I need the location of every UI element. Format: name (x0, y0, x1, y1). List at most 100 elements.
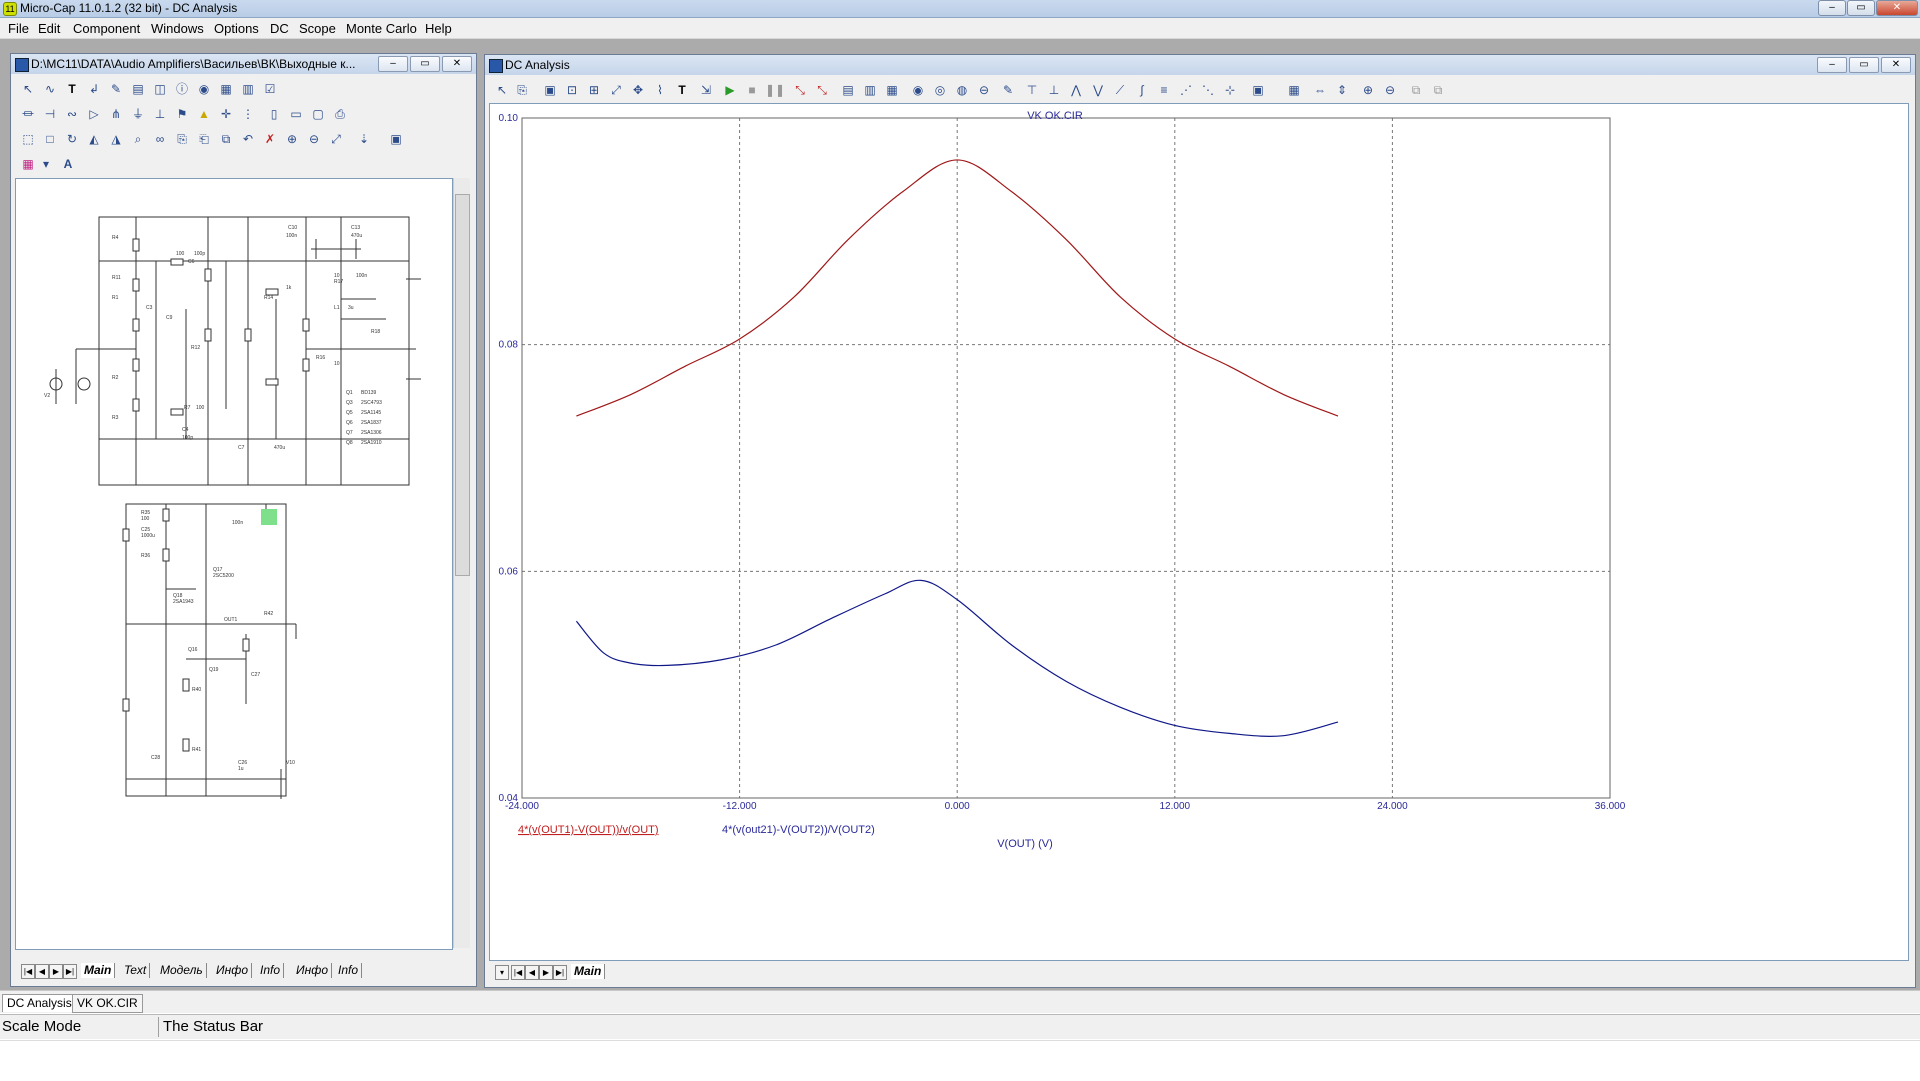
mirror-icon[interactable]: ◮ (107, 130, 125, 148)
warning-icon[interactable]: ▲ (195, 105, 213, 123)
label-icon[interactable]: ⊹ (1221, 81, 1239, 99)
schematic-close-button[interactable]: ✕ (442, 56, 472, 72)
undo-icon[interactable]: ↶ (239, 130, 257, 148)
pause-icon[interactable]: ❚❚ (765, 81, 785, 99)
high-icon[interactable]: ⋀ (1067, 81, 1085, 99)
wire-draw-icon[interactable]: ↲ (85, 80, 103, 98)
pan-icon[interactable]: ✥ (629, 81, 647, 99)
flip-icon[interactable]: ◭ (85, 130, 103, 148)
legend-series-2[interactable]: 4*(v(out21)-V(OUT2))/V(OUT2) (722, 824, 875, 836)
page-setup-icon[interactable]: ▤ (839, 81, 857, 99)
level-icon[interactable]: ≡ (1155, 81, 1173, 99)
last-page-icon[interactable]: ▶| (553, 965, 567, 980)
menu-component[interactable]: Component (73, 21, 140, 36)
zoom-out-icon[interactable]: ⊖ (1381, 81, 1399, 99)
picture-icon[interactable]: ▤ (129, 80, 147, 98)
text-tool-icon[interactable]: T (673, 81, 691, 99)
menu-scope[interactable]: Scope (299, 21, 336, 36)
table-icon[interactable]: ▦ (883, 81, 901, 99)
menu-file[interactable]: File (8, 21, 29, 36)
schematic-vscroll-thumb[interactable] (455, 194, 470, 576)
print-icon[interactable]: ⎙ (331, 105, 349, 123)
window-icon[interactable]: ▣ (387, 130, 405, 148)
plot-close-button[interactable]: ✕ (1881, 57, 1911, 73)
fit-x-icon[interactable]: ⇔ (1311, 81, 1329, 99)
export-icon[interactable]: ⇲ (697, 81, 715, 99)
fit-y-icon[interactable]: ⇕ (1333, 81, 1351, 99)
grid-toggle-icon[interactable]: ▦ (1285, 81, 1303, 99)
flag-icon[interactable]: ⚑ (173, 105, 191, 123)
point-icon[interactable]: ⋰ (1177, 81, 1195, 99)
plot-minimize-button[interactable]: – (1817, 57, 1847, 73)
cursor-icon[interactable]: ◉ (909, 81, 927, 99)
tab-model[interactable]: Модель (157, 963, 207, 978)
tab-info-2[interactable]: Info (335, 963, 363, 978)
copy-icon[interactable]: ⎘ (173, 130, 191, 148)
rotate-icon[interactable]: ↻ (63, 130, 81, 148)
first-page-icon[interactable]: |◀ (511, 965, 525, 980)
menu-monte-carlo[interactable]: Monte Carlo (346, 21, 417, 36)
tab-info-ru-2[interactable]: Инфо (293, 963, 333, 978)
capacitor-icon[interactable]: ⊣ (41, 105, 59, 123)
paste-disabled-icon[interactable]: ⧉ (1429, 81, 1447, 99)
edit-icon[interactable]: ✎ (999, 81, 1017, 99)
copy-graph-icon[interactable]: ⎘ (513, 81, 531, 99)
schematic-maximize-button[interactable]: ▭ (410, 56, 440, 72)
plot-maximize-button[interactable]: ▭ (1849, 57, 1879, 73)
copy-page-icon[interactable]: ▢ (309, 105, 327, 123)
next-page-icon[interactable]: ▶ (539, 965, 553, 980)
tab-info-1[interactable]: Info (257, 963, 285, 978)
paste-icon[interactable]: ⎗ (195, 130, 213, 148)
probe-icon[interactable]: ⇣ (355, 130, 373, 148)
prev-page-icon[interactable]: ◀ (35, 964, 49, 979)
zoom-in-icon[interactable]: ⊕ (283, 130, 301, 148)
region-select-icon[interactable]: ⬚ (19, 130, 37, 148)
tab-text[interactable]: Text (121, 963, 151, 978)
valley-icon[interactable]: ⊥ (1045, 81, 1063, 99)
color-palette-icon[interactable]: ▦ (19, 155, 37, 173)
copy-disabled-icon[interactable]: ⧉ (1407, 81, 1425, 99)
next-page-icon[interactable]: ▶ (49, 964, 63, 979)
select-arrow-icon[interactable]: ↖ (19, 80, 37, 98)
chart-window-icon[interactable]: ▣ (541, 81, 559, 99)
inflection-icon[interactable]: ∫ (1133, 81, 1151, 99)
doc-tab-dc-analysis[interactable]: DC Analysis (2, 994, 77, 1012)
minus-icon[interactable]: ⊖ (975, 81, 993, 99)
palette-dropdown-icon[interactable]: ▾ (37, 155, 55, 173)
low-icon[interactable]: ⋁ (1089, 81, 1107, 99)
run-icon[interactable]: ▶ (721, 81, 739, 99)
font-icon[interactable]: A (59, 155, 77, 173)
clear-all-icon[interactable]: ⤡ (813, 81, 831, 99)
inductor-icon[interactable]: ∾ (63, 105, 81, 123)
select-arrow-icon[interactable]: ↖ (493, 81, 511, 99)
plot-tab-dropdown-icon[interactable]: ▾ (495, 965, 509, 980)
doc-tab-vk-ok-cir[interactable]: VK OK.CIR (72, 994, 143, 1013)
cross-icon[interactable]: ✛ (217, 105, 235, 123)
battery-icon[interactable]: ⊥ (151, 105, 169, 123)
zoom-all-icon[interactable]: ⊞ (585, 81, 603, 99)
transistor-icon[interactable]: ⋔ (107, 105, 125, 123)
peak-icon[interactable]: ⊤ (1023, 81, 1041, 99)
menu-options[interactable]: Options (214, 21, 259, 36)
find-icon[interactable]: ⌕ (129, 130, 147, 148)
plot-tab-main[interactable]: Main (571, 964, 606, 979)
resistor-icon[interactable]: ⏛ (19, 105, 37, 123)
zoom-box-icon[interactable]: ⊡ (563, 81, 581, 99)
performance-icon[interactable]: ▣ (1249, 81, 1267, 99)
schematic-vscrollbar[interactable] (453, 178, 470, 948)
list-icon[interactable]: ▥ (239, 80, 257, 98)
slope-icon[interactable]: ⟋ (1111, 81, 1129, 99)
check-icon[interactable]: ☑ (261, 80, 279, 98)
zoom-in-icon[interactable]: ⊕ (1359, 81, 1377, 99)
delete-icon[interactable]: ✗ (261, 130, 279, 148)
tab-main[interactable]: Main (81, 963, 116, 978)
text-tool-icon[interactable]: T (63, 80, 81, 98)
cursor-2-icon[interactable]: ◎ (931, 81, 949, 99)
menu-help[interactable]: Help (425, 21, 452, 36)
fit-icon[interactable]: ⤢ (327, 130, 345, 148)
stop-icon[interactable]: ■ (743, 81, 761, 99)
properties-icon[interactable]: ▥ (861, 81, 879, 99)
box-icon[interactable]: □ (41, 130, 59, 148)
first-page-icon[interactable]: |◀ (21, 964, 35, 979)
menu-dc[interactable]: DC (270, 21, 289, 36)
